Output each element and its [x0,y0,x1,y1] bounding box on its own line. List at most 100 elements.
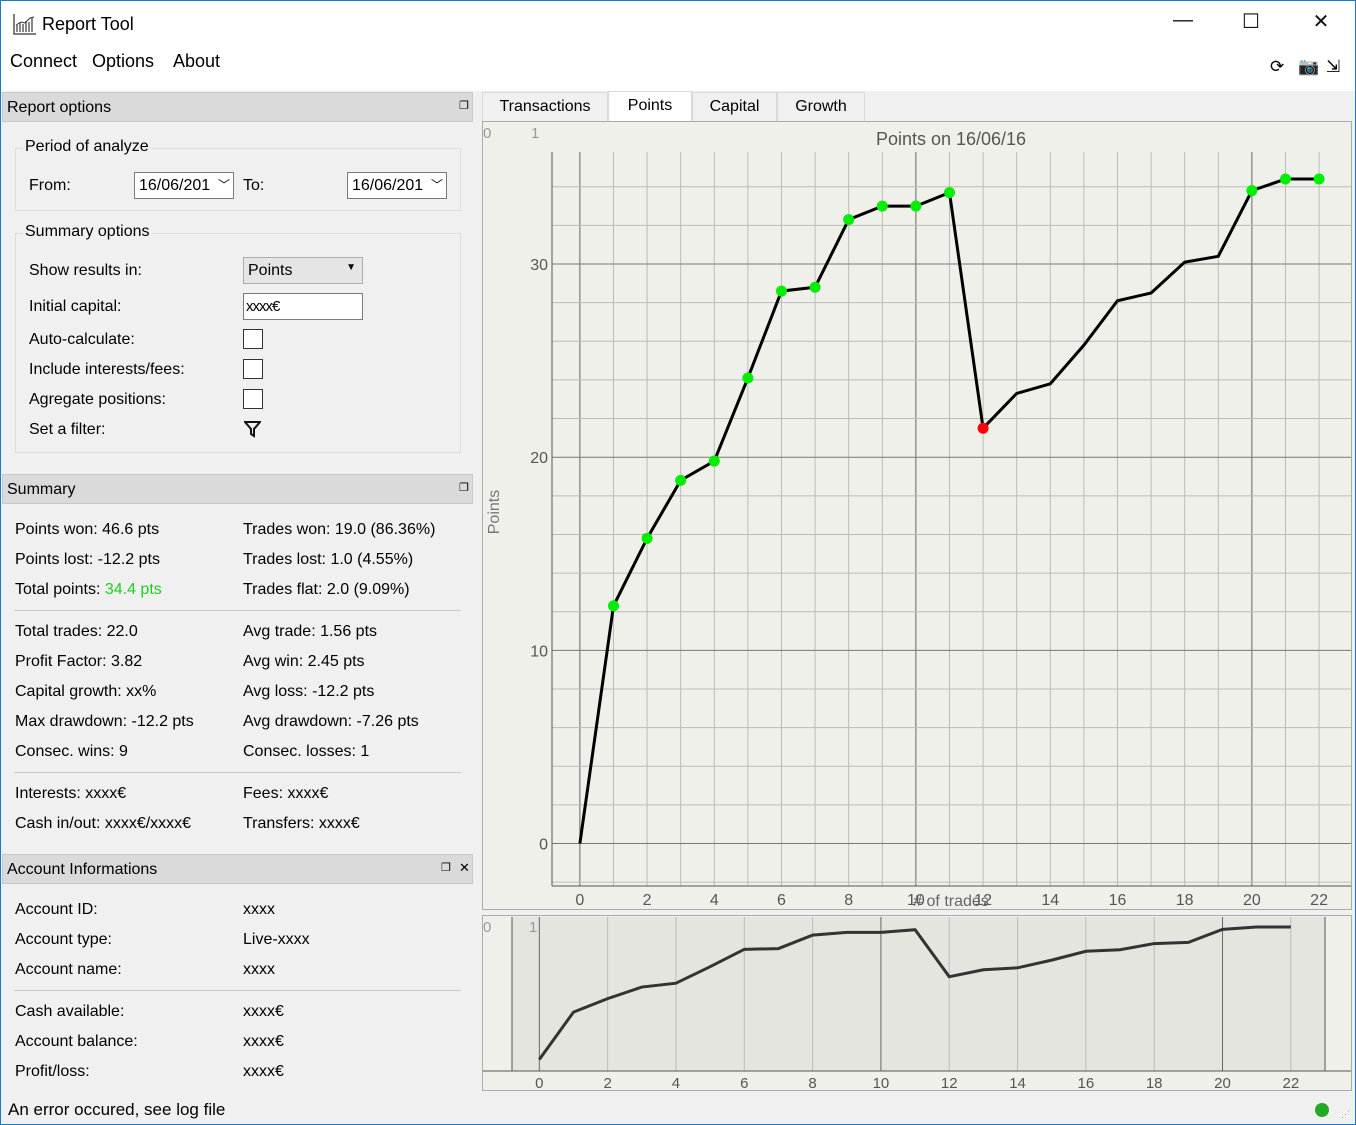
avg-drawdown: Avg drawdown: -7.26 pts [243,713,419,730]
max-drawdown: Max drawdown: -12.2 pts [15,713,194,730]
plot-area [552,152,1351,886]
resize-grip-icon[interactable]: ⋰ [1341,1109,1350,1120]
avg-win: Avg win: 2.45 pts [243,653,365,670]
maximize-button[interactable]: ☐ [1231,9,1271,39]
x-tick-label: 14 [1009,1075,1026,1090]
show-results-value: Points [248,262,293,279]
menu-about[interactable]: About [173,51,220,72]
divider [14,772,461,773]
x-tick-label: 4 [710,892,719,909]
tab-transactions[interactable]: Transactions [482,92,608,122]
report-options-title: Report options [7,99,112,116]
float-icon[interactable]: ❐ [459,481,469,494]
from-label: From: [29,177,71,194]
status-indicator [1315,1103,1329,1117]
points-chart[interactable]: 0 2 4 6 8 10 12 14 16 18 20 220102030Points on 16/0… [483,122,1351,910]
capital-growth: Capital growth: xx% [15,683,157,700]
include-fees-label: Include interests/fees: [29,361,185,378]
include-fees-checkbox[interactable] [243,359,263,379]
x-tick-label: 12 [941,1075,958,1090]
win-marker [809,281,821,293]
x-tick-label: 16 [1109,892,1127,909]
win-marker [742,372,754,384]
filter-label: Set a filter: [29,421,106,438]
plot-area [512,917,1325,1071]
menu-connect[interactable]: Connect [10,51,77,72]
overview-chart[interactable]: 0 2 4 6 8 10 12 14 16 18 20 22 0 1 [483,916,1351,1092]
account-name-label: Account name: [15,961,122,978]
x-tick-label: 4 [672,1075,680,1090]
account-balance-label: Account balance: [15,1033,138,1050]
account-id-label: Account ID: [15,901,98,918]
trades-flat: Trades flat: 2.0 (9.09%) [243,581,410,598]
fees: Fees: xxxx€ [243,785,329,802]
menu-bar: Connect Options About ⟳ 📷 ⇲ [1,47,1355,91]
points-lost: Points lost: -12.2 pts [15,551,160,568]
win-marker [1279,173,1291,185]
menu-options[interactable]: Options [92,51,154,72]
corner-label: 0 [483,125,491,142]
win-marker [910,200,922,212]
x-tick-label: 18 [1146,1075,1163,1090]
interests: Interests: xxxx€ [15,785,127,802]
win-marker [675,474,687,486]
x-tick-label: 6 [740,1075,748,1090]
refresh-icon[interactable]: ⟳ [1270,57,1284,77]
win-marker [843,214,855,226]
dropdown-arrow-icon: ▼ [346,262,356,273]
cash-available-value: xxxx€ [243,1003,284,1020]
title-bar: Report Tool — ☐ ✕ [1,1,1355,47]
float-icon[interactable]: ❐ [441,861,451,874]
window-title: Report Tool [42,14,134,34]
float-icon[interactable]: ❐ [459,99,469,112]
chart-title: Points on 16/06/16 [876,129,1026,149]
x-tick-label: 8 [844,892,853,909]
account-type-label: Account type: [15,931,112,948]
account-type-value: Live-xxxx [243,931,310,948]
x-tick-label: 22 [1282,1075,1299,1090]
win-marker [1313,173,1325,185]
account-title: Account Informations [7,861,158,878]
close-button[interactable]: ✕ [1301,9,1341,39]
to-date-picker[interactable]: 16/06/201 ﹀ [347,172,447,199]
x-tick-label: 0 [575,892,584,909]
report-options-header: Report options ❐ [2,92,473,122]
y-tick-label: 10 [530,643,548,660]
aggregate-checkbox[interactable] [243,389,263,409]
close-icon[interactable]: ✕ [459,860,470,876]
x-tick-label: 2 [643,892,652,909]
export-icon[interactable]: ⇲ [1326,57,1340,77]
filter-icon[interactable] [244,420,261,438]
camera-icon[interactable]: 📷 [1298,57,1319,77]
auto-calc-label: Auto-calculate: [29,331,135,348]
win-marker [607,600,619,612]
win-marker [943,187,955,199]
to-date-value: 16/06/201 [352,177,424,194]
from-date-picker[interactable]: 16/06/201 ﹀ [134,172,234,199]
show-results-select[interactable]: Points ▼ [243,257,363,284]
tab-capital[interactable]: Capital [692,92,777,122]
initial-capital-input[interactable]: xxxx€ [243,293,363,320]
win-marker [708,455,720,467]
show-results-label: Show results in: [29,262,142,279]
auto-calc-checkbox[interactable] [243,329,263,349]
chart-app-icon [13,14,36,35]
account-name-value: xxxx [243,961,275,978]
x-tick-label: 10 [873,1075,890,1090]
x-tick-label: 0 [535,1075,543,1090]
total-points: Total points: 34.4 pts [15,581,162,599]
corner-label: 1 [529,919,537,936]
divider [14,990,461,991]
to-label: To: [243,177,265,194]
minimize-button[interactable]: — [1163,9,1203,39]
consec-wins: Consec. wins: 9 [15,743,128,760]
initial-capital-label: Initial capital: [29,298,122,315]
x-tick-label: 20 [1243,892,1261,909]
account-balance-value: xxxx€ [243,1033,284,1050]
aggregate-label: Agregate positions: [29,391,166,408]
win-marker [775,285,787,297]
tab-points[interactable]: Points [608,91,692,122]
profit-loss-value: xxxx€ [243,1063,284,1080]
win-marker [1246,185,1258,197]
tab-growth[interactable]: Growth [777,92,865,122]
